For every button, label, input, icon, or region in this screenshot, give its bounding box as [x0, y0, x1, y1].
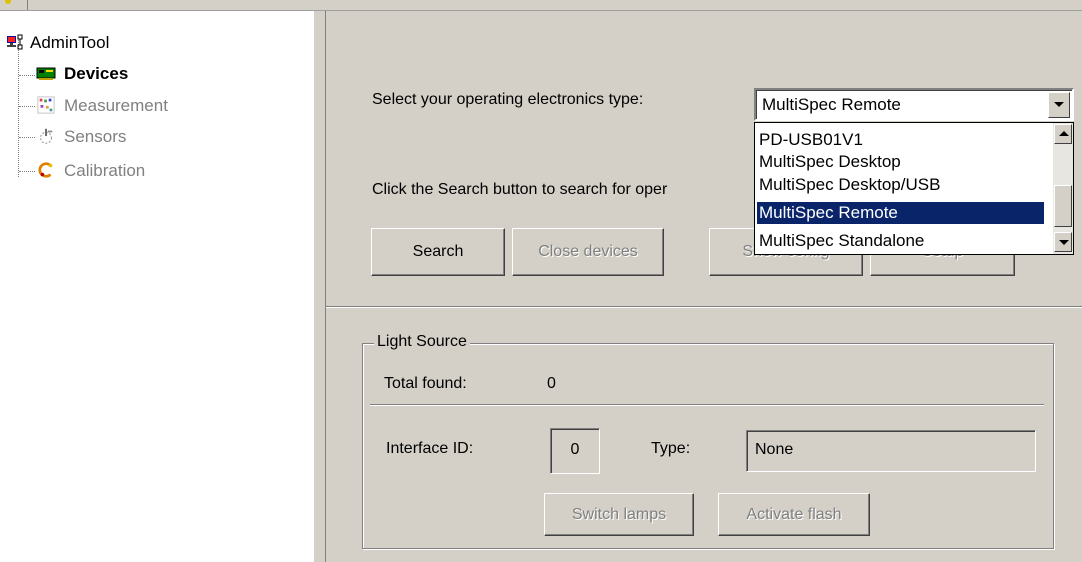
tree-connector	[18, 38, 19, 177]
activate-flash-button-label: Activate flash	[746, 505, 842, 523]
tree-connector	[19, 137, 35, 138]
tree-item-label: Measurement	[64, 96, 168, 115]
admintool-icon	[7, 34, 23, 50]
electronics-type-value: MultiSpec Remote	[762, 95, 901, 114]
splitter[interactable]	[313, 11, 326, 562]
dropdown-arrow-button[interactable]	[1048, 92, 1070, 118]
interface-id-field: 0	[550, 428, 600, 474]
switch-lamps-button[interactable]: Switch lamps	[544, 493, 694, 536]
close-devices-button-label: Close devices	[538, 243, 638, 260]
light-source-title: Light Source	[374, 333, 470, 351]
tree-item-label: Devices	[64, 64, 129, 83]
close-devices-button[interactable]: Close devices	[512, 228, 664, 276]
interface-id-label: Interface ID:	[386, 440, 474, 457]
option-multispec-standalone[interactable]: MultiSpec Standalone	[759, 230, 924, 252]
search-button[interactable]: Search	[371, 228, 505, 276]
option-multispec-desktop-usb[interactable]: MultiSpec Desktop/USB	[759, 174, 940, 196]
scroll-up-button[interactable]	[1054, 124, 1072, 144]
scroll-thumb[interactable]	[1054, 185, 1072, 227]
activate-flash-button[interactable]: Activate flash	[718, 493, 870, 536]
switch-lamps-button-label: Switch lamps	[571, 505, 667, 523]
electronics-type-label: Select your operating electronics type:	[372, 91, 644, 108]
type-label: Type:	[651, 440, 691, 457]
tree-connector	[19, 171, 35, 172]
total-found-label: Total found:	[384, 375, 467, 392]
chevron-down-icon	[1059, 240, 1069, 245]
tree-connector	[19, 106, 35, 107]
group-divider	[370, 404, 1044, 406]
search-button-label: Search	[412, 243, 464, 260]
tree-connector	[19, 75, 35, 76]
search-instruction-label: Click the Search button to search for op…	[372, 181, 668, 198]
measurement-icon	[37, 96, 55, 114]
electronics-type-listbox[interactable]: PD-USB01V1 MultiSpec Desktop MultiSpec D…	[754, 122, 1074, 255]
chevron-up-icon	[1059, 131, 1069, 136]
option-pd-usb01v1[interactable]: PD-USB01V1	[759, 129, 863, 151]
total-found-value: 0	[547, 375, 556, 392]
section-divider	[326, 306, 1082, 308]
tree-item-label: Sensors	[64, 127, 127, 146]
tree-item-label: Calibration	[64, 161, 146, 180]
top-toolbar-strip	[0, 0, 1082, 11]
scroll-down-button[interactable]	[1054, 232, 1072, 252]
devices-icon	[36, 67, 56, 80]
electronics-type-select[interactable]: MultiSpec Remote	[754, 88, 1074, 121]
calibration-icon	[38, 162, 53, 178]
toolbar-divider	[27, 0, 28, 10]
option-multispec-remote[interactable]: MultiSpec Remote	[757, 202, 1044, 224]
navigation-tree: AdminTool Devices Measurement Sensors Ca…	[0, 11, 313, 562]
tree-root-label: AdminTool	[30, 33, 110, 52]
listbox-scrollbar[interactable]	[1053, 123, 1073, 254]
chevron-down-icon	[1054, 102, 1064, 107]
type-field: None	[746, 430, 1036, 472]
option-multispec-desktop[interactable]: MultiSpec Desktop	[759, 151, 901, 173]
sensors-icon	[40, 128, 53, 144]
